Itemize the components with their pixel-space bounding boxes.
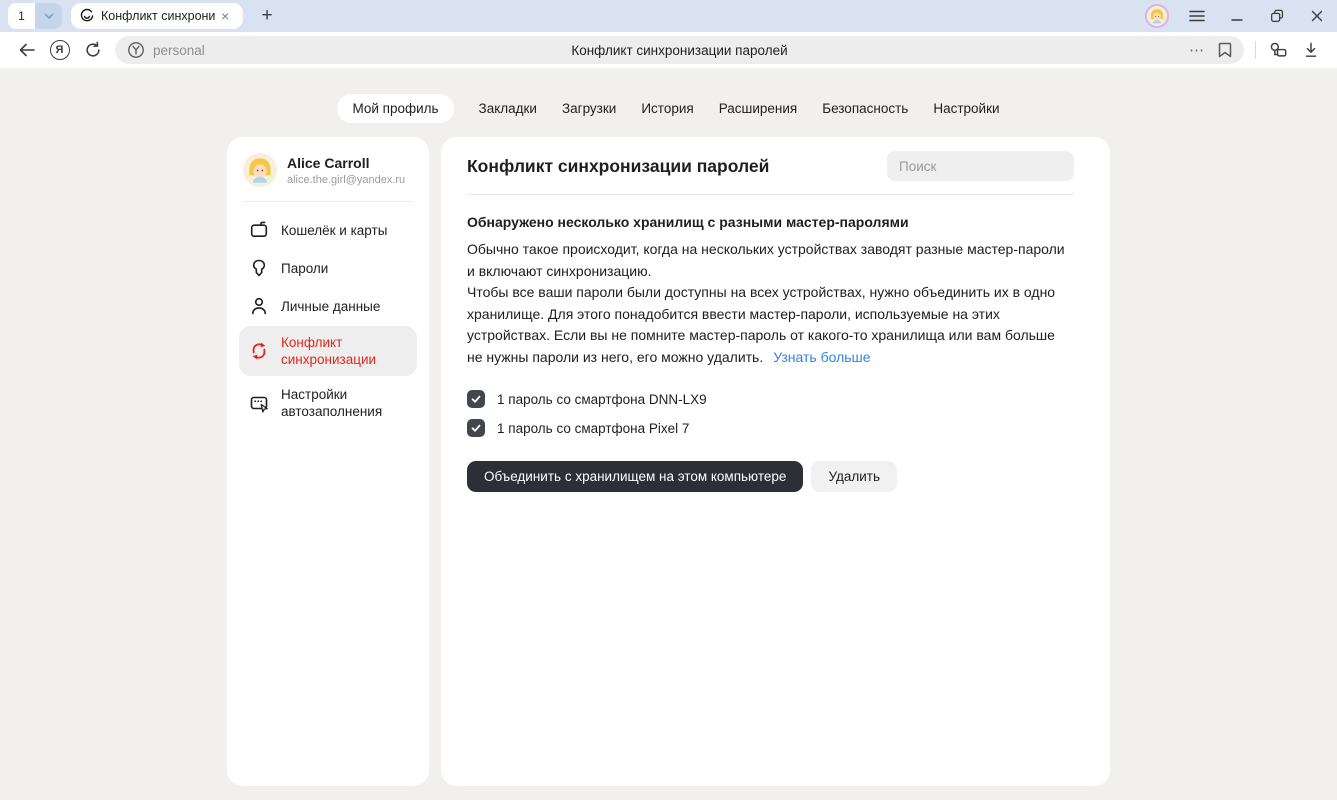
sidebar-item-label: Личные данные	[281, 298, 380, 315]
yandex-logo-icon: Я	[50, 40, 70, 60]
address-bar[interactable]: personal Конфликт синхронизации паролей …	[115, 36, 1244, 64]
merge-storage-button[interactable]: Объединить с хранилищем на этом компьюте…	[467, 461, 803, 492]
checkbox-icon[interactable]	[467, 419, 485, 437]
restore-window-icon	[1269, 8, 1285, 24]
sidebar-item-personal-data[interactable]: Личные данные	[239, 288, 417, 324]
autofill-icon	[249, 393, 269, 413]
profile-sidebar: Alice Carroll alice.the.girl@yandex.ru К…	[227, 137, 429, 786]
description-paragraph-2: Чтобы все ваши пароли были доступны на в…	[467, 284, 1055, 365]
sidebar-item-label: Кошелёк и карты	[281, 222, 387, 239]
tab-history[interactable]: История	[641, 94, 693, 123]
learn-more-link[interactable]: Узнать больше	[773, 349, 870, 365]
tab-title: Конфликт синхрониза	[101, 9, 215, 23]
sidebar-item-sync-conflict[interactable]: Конфликт синхронизации	[239, 326, 417, 376]
tab-favicon-smiley-icon	[79, 8, 95, 24]
storage-list: 1 пароль со смартфона DNN-LX9 1 пароль с…	[467, 390, 1074, 437]
download-icon	[1303, 41, 1319, 59]
profile-email: alice.the.girl@yandex.ru	[287, 174, 405, 186]
sync-conflict-panel: Конфликт синхронизации паролей Обнаружен…	[441, 137, 1110, 786]
minimize-icon	[1231, 10, 1243, 22]
sidebar-item-label: Конфликт синхронизации	[281, 334, 407, 368]
profile-name: Alice Carroll	[287, 155, 405, 171]
sidebar-divider	[243, 201, 413, 202]
profile-avatar-button[interactable]	[1137, 0, 1177, 32]
conflict-description: Обычно такое происходит, когда на нескол…	[467, 239, 1074, 368]
password-manager-button[interactable]	[1261, 35, 1294, 65]
avatar	[1145, 4, 1169, 28]
page-title: Конфликт синхронизации паролей	[467, 156, 769, 177]
storage-row-pixel-7[interactable]: 1 пароль со смартфона Pixel 7	[467, 419, 1074, 437]
key-icon	[249, 258, 269, 278]
description-paragraph-1: Обычно такое происходит, когда на нескол…	[467, 241, 1065, 279]
chevron-down-icon	[43, 10, 55, 22]
settings-tab-nav: Мой профиль Закладки Загрузки История Ра…	[0, 68, 1337, 123]
content-divider	[467, 194, 1074, 195]
browser-tab[interactable]: Конфликт синхрониза ×	[71, 3, 243, 29]
address-more-button[interactable]: ⋯	[1189, 43, 1205, 58]
storage-label: 1 пароль со смартфона Pixel 7	[497, 421, 689, 436]
tab-settings[interactable]: Настройки	[933, 94, 999, 123]
hamburger-menu-icon	[1189, 9, 1205, 23]
settings-page: Мой профиль Закладки Загрузки История Ра…	[0, 68, 1337, 800]
maximize-button[interactable]	[1257, 0, 1297, 32]
back-arrow-icon	[18, 42, 36, 58]
browser-menu-button[interactable]	[1177, 0, 1217, 32]
tab-counter-group[interactable]: 1	[8, 3, 62, 29]
sidebar-item-label: Пароли	[281, 260, 328, 277]
key-card-icon	[1268, 41, 1288, 59]
tab-list-chevron-button[interactable]	[35, 3, 62, 29]
downloads-button[interactable]	[1294, 35, 1327, 65]
close-icon	[1311, 10, 1323, 22]
tab-close-button[interactable]: ×	[221, 9, 229, 23]
delete-button[interactable]: Удалить	[811, 461, 897, 492]
minimize-button[interactable]	[1217, 0, 1257, 32]
close-window-button[interactable]	[1297, 0, 1337, 32]
profile-header: Alice Carroll alice.the.girl@yandex.ru	[239, 151, 417, 201]
tab-downloads[interactable]: Загрузки	[562, 94, 616, 123]
search-input[interactable]	[887, 151, 1074, 181]
wallet-icon	[249, 220, 269, 240]
protect-profile-icon	[127, 41, 145, 59]
bookmark-icon	[1218, 42, 1232, 58]
storage-row-dnn-lx9[interactable]: 1 пароль со смартфона DNN-LX9	[467, 390, 1074, 408]
sidebar-item-label: Настройки автозаполнения	[281, 386, 407, 420]
tab-security[interactable]: Безопасность	[822, 94, 908, 123]
sidebar-item-wallet-cards[interactable]: Кошелёк и карты	[239, 212, 417, 248]
toolbar-divider	[1255, 41, 1256, 59]
avatar	[243, 153, 277, 187]
tab-bookmarks[interactable]: Закладки	[479, 94, 537, 123]
back-button[interactable]	[10, 35, 43, 65]
yandex-home-button[interactable]: Я	[43, 35, 76, 65]
browser-toolbar: Я personal Конфликт синхронизации пароле…	[0, 32, 1337, 68]
sidebar-item-passwords[interactable]: Пароли	[239, 250, 417, 286]
tab-counter[interactable]: 1	[8, 3, 35, 29]
window-titlebar: 1 Конфликт синхрониза × +	[0, 0, 1337, 32]
tab-extensions[interactable]: Расширения	[719, 94, 798, 123]
checkbox-icon[interactable]	[467, 390, 485, 408]
storage-label: 1 пароль со смартфона DNN-LX9	[497, 392, 707, 407]
address-page-title: Конфликт синхронизации паролей	[115, 43, 1244, 58]
sync-icon	[249, 341, 269, 361]
conflict-subheading: Обнаружено несколько хранилищ с разными …	[467, 214, 1074, 230]
new-tab-button[interactable]: +	[255, 5, 279, 27]
person-icon	[249, 296, 269, 316]
address-profile-label: personal	[153, 43, 205, 58]
refresh-button[interactable]	[76, 35, 109, 65]
sidebar-item-autofill-settings[interactable]: Настройки автозаполнения	[239, 378, 417, 428]
tab-my-profile[interactable]: Мой профиль	[337, 94, 453, 123]
refresh-icon	[84, 41, 102, 59]
